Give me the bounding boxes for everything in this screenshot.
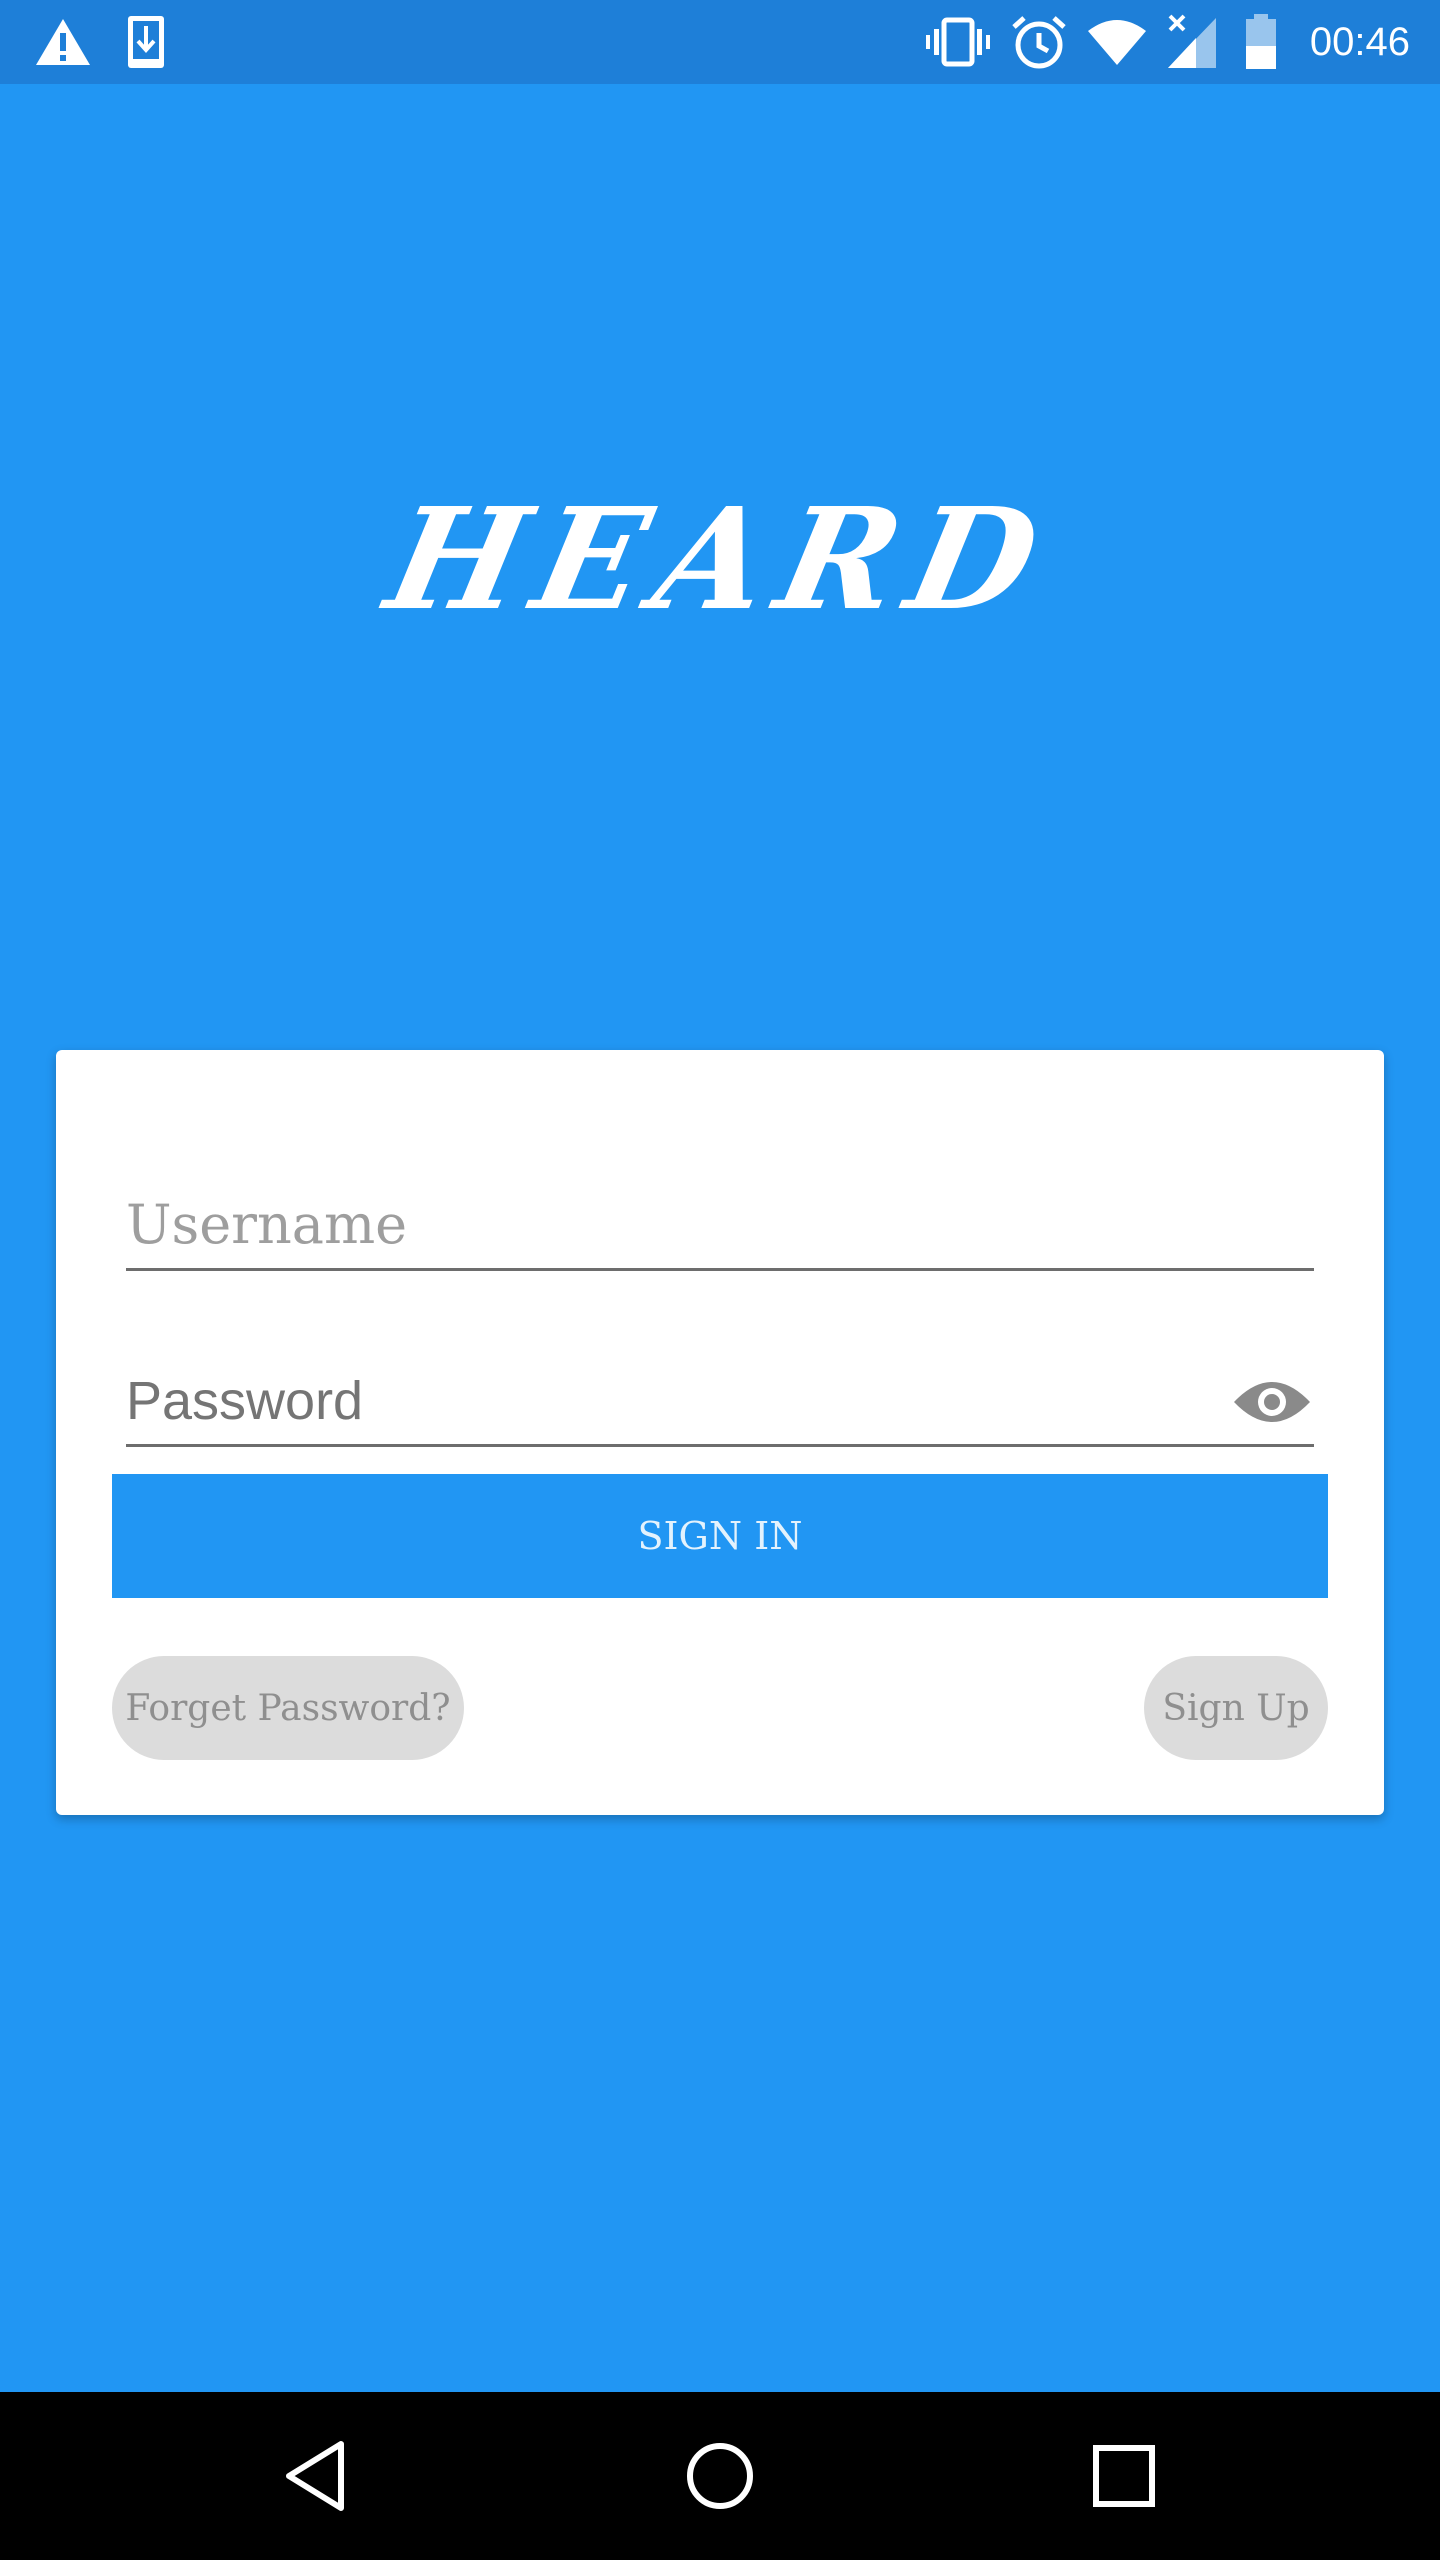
username-field-container [126,1168,1314,1271]
warning-icon [34,0,92,84]
wifi-icon [1086,0,1148,84]
download-icon [126,0,166,84]
forget-password-button[interactable]: Forget Password? [112,1656,464,1760]
home-icon[interactable] [640,2392,800,2560]
back-icon[interactable] [236,2392,396,2560]
recents-icon[interactable] [1044,2392,1204,2560]
logo-text: HEARD [374,478,1066,642]
login-card: SIGN IN Forget Password? Sign Up [56,1050,1384,1815]
signal-icon [1166,0,1218,84]
show-password-icon[interactable] [1230,1366,1314,1438]
username-input[interactable] [126,1193,1206,1256]
app-logo: HEARD [0,460,1440,660]
navigation-bar [0,2392,1440,2560]
password-field-container [126,1344,1314,1447]
battery-icon [1244,0,1278,84]
vibrate-icon [926,0,990,84]
status-bar: 00:46 [0,0,1440,84]
sign-up-button[interactable]: Sign Up [1144,1656,1328,1760]
sign-in-button[interactable]: SIGN IN [112,1474,1328,1598]
password-input[interactable] [126,1370,1206,1432]
status-time: 00:46 [1309,20,1410,64]
alarm-icon [1010,0,1068,84]
